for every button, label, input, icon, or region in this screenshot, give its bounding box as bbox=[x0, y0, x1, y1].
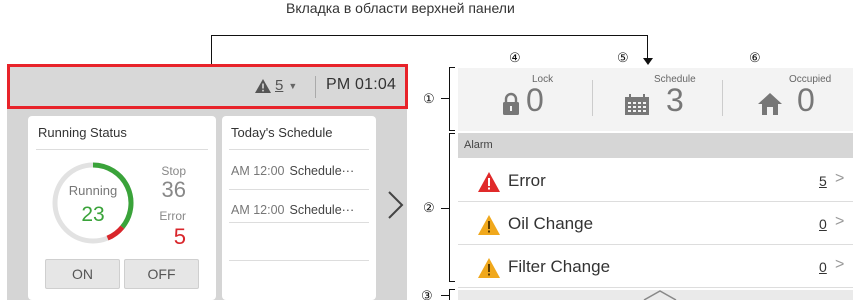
error-label: Error bbox=[159, 209, 186, 223]
alarm-header-label: Alarm bbox=[464, 139, 493, 151]
bracket-3-top bbox=[449, 289, 455, 290]
connector-line-right bbox=[647, 35, 648, 59]
caution-triangle-icon bbox=[478, 258, 500, 278]
occupied-value: 0 bbox=[797, 82, 815, 118]
bracket-tick-1 bbox=[441, 98, 449, 99]
bracket-2-bottom bbox=[449, 281, 455, 282]
card-divider bbox=[229, 149, 369, 150]
on-button[interactable]: ON bbox=[45, 259, 120, 289]
stop-value: 36 bbox=[161, 177, 186, 202]
callout-6: ⑥ bbox=[749, 50, 761, 65]
alarm-row-filter-change[interactable]: Filter Change 0 > bbox=[458, 246, 853, 288]
schedule-item[interactable]: AM 12:00 Schedule··· bbox=[231, 164, 354, 178]
schedule-item[interactable]: AM 12:00 Schedule··· bbox=[231, 203, 354, 217]
list-divider bbox=[229, 222, 369, 223]
callout-5: ⑤ bbox=[617, 50, 629, 65]
schedule-time: AM 12:00 bbox=[231, 164, 285, 178]
chevron-right-icon[interactable]: > bbox=[835, 170, 844, 188]
occupancy-divider bbox=[592, 80, 593, 116]
callout-3: ③ bbox=[421, 288, 433, 300]
lock-icon bbox=[503, 92, 519, 115]
alarm-count[interactable]: 5 bbox=[819, 173, 827, 189]
callout-2: ② bbox=[423, 200, 435, 215]
schedule-name: Schedule··· bbox=[289, 164, 355, 178]
callout-4: ④ bbox=[509, 50, 521, 65]
callout-1: ① bbox=[423, 91, 435, 106]
chevron-right-icon[interactable]: > bbox=[835, 213, 844, 231]
bracket-tick-3 bbox=[441, 295, 449, 296]
bracket-1-top bbox=[449, 67, 455, 68]
chevron-right-icon[interactable] bbox=[384, 190, 406, 220]
alarm-header: Alarm bbox=[458, 133, 853, 158]
error-value: 5 bbox=[173, 224, 186, 249]
highlight-frame bbox=[7, 64, 408, 109]
bracket-2 bbox=[449, 133, 450, 281]
chevron-up-icon[interactable] bbox=[640, 289, 680, 300]
bracket-1 bbox=[449, 67, 450, 130]
alarm-count[interactable]: 0 bbox=[819, 259, 827, 275]
connector-line-top bbox=[211, 35, 648, 36]
todays-schedule-title: Today's Schedule bbox=[231, 125, 333, 140]
chevron-right-icon[interactable]: > bbox=[835, 256, 844, 274]
off-button[interactable]: OFF bbox=[124, 259, 199, 289]
bracket-tick-2 bbox=[441, 208, 449, 209]
stop-label: Stop bbox=[161, 164, 186, 178]
running-label: Running bbox=[68, 183, 118, 198]
bracket-2-top bbox=[449, 133, 455, 134]
schedule-time: AM 12:00 bbox=[231, 203, 285, 217]
running-status-title: Running Status bbox=[38, 125, 127, 140]
error-triangle-icon bbox=[478, 172, 500, 192]
bracket-1-bottom bbox=[449, 130, 455, 131]
alarm-count[interactable]: 0 bbox=[819, 216, 827, 232]
caution-triangle-icon bbox=[478, 215, 500, 235]
card-divider bbox=[36, 149, 208, 150]
alarm-label: Filter Change bbox=[508, 257, 611, 276]
schedule-value: 3 bbox=[666, 82, 684, 118]
list-divider bbox=[229, 189, 369, 190]
calendar-icon bbox=[625, 94, 649, 115]
lock-value: 0 bbox=[526, 82, 544, 118]
bracket-3 bbox=[449, 289, 450, 300]
occupancy-divider bbox=[722, 80, 723, 116]
home-icon bbox=[758, 93, 782, 115]
alarm-row-error[interactable]: Error 5 > bbox=[458, 160, 853, 202]
alarm-label: Error bbox=[508, 171, 546, 190]
connector-arrow bbox=[643, 58, 653, 65]
caption: Вкладка в области верхней панели bbox=[286, 0, 515, 16]
ring-error-arc bbox=[106, 225, 125, 241]
connector-line-left bbox=[211, 35, 212, 65]
alarm-label: Oil Change bbox=[508, 214, 594, 233]
running-value: 23 bbox=[81, 203, 105, 226]
schedule-name: Schedule··· bbox=[289, 203, 355, 217]
list-divider bbox=[229, 260, 369, 261]
alarm-row-oil-change[interactable]: Oil Change 0 > bbox=[458, 203, 853, 245]
